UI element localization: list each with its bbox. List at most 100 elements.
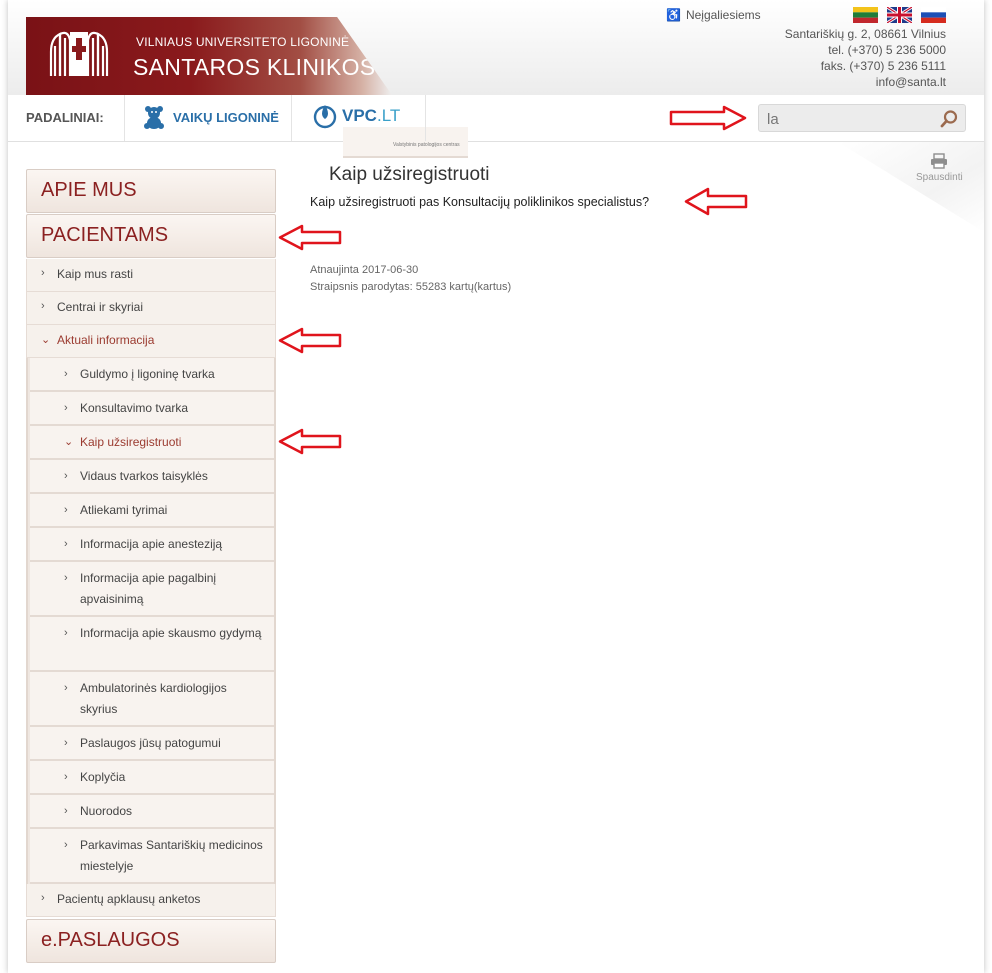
menu-section-pacientams[interactable]: PACIENTAMS (26, 214, 276, 258)
menu-item-centrai[interactable]: › Centrai ir skyriai (26, 292, 276, 325)
departments-label: PADALINIAI: (26, 110, 104, 125)
chevron-down-icon: ⌄ (64, 436, 74, 448)
chevron-right-icon: › (41, 267, 45, 279)
vpc-label: VPC.LT (342, 106, 401, 125)
contact-info: Santariškių g. 2, 08661 Vilnius tel. (+3… (785, 26, 946, 90)
menu-item-label: Kaip mus rasti (57, 267, 134, 281)
submenu-item-label: Guldymo į ligoninę tvarka (80, 367, 215, 381)
chevron-right-icon: › (64, 771, 68, 783)
menu-item-label: Aktuali informacija (57, 333, 155, 347)
brand-subtitle: VILNIAUS UNIVERSITETO LIGONINĖ (136, 35, 350, 49)
chevron-right-icon: › (64, 682, 68, 694)
chevron-right-icon: › (64, 538, 68, 550)
submenu-item-label: Kaip užsiregistruoti (80, 435, 182, 449)
brand-banner[interactable]: VILNIAUS UNIVERSITETO LIGONINĖ SANTAROS … (26, 17, 392, 95)
language-switcher (853, 7, 946, 23)
uk-flag-icon[interactable] (887, 7, 912, 23)
submenu-aktuali: › Guldymo į ligoninę tvarka › Konsultavimo… (26, 358, 276, 884)
printer-icon (931, 153, 948, 169)
annotation-arrow-icon (278, 428, 342, 455)
submenu-item[interactable]: › Konsultavimo tvarka (30, 392, 274, 426)
submenu-item-label: Koplyčia (80, 770, 126, 784)
submenu-item[interactable]: › Parkavimas Santariškių medicinos mieste… (30, 829, 274, 884)
menu-item-aktuali-informacija[interactable]: ⌄ Aktuali informacija (26, 325, 276, 358)
chevron-right-icon: › (41, 300, 45, 312)
divider (124, 95, 125, 141)
annotation-arrow-icon (278, 224, 342, 251)
chevron-right-icon: › (64, 839, 68, 851)
page: VILNIAUS UNIVERSITETO LIGONINĖ SANTAROS … (8, 0, 984, 973)
submenu-item[interactable]: › Paslaugos jūsų patogumui (30, 727, 274, 761)
annotation-arrow-icon (684, 187, 748, 216)
menu-item-kaip-mus-rasti[interactable]: › Kaip mus rasti (26, 259, 276, 292)
kids-hospital-label: VAIKŲ LIGONINĖ (173, 109, 279, 125)
lithuanian-flag-icon[interactable] (853, 7, 878, 23)
submenu-item-label: Informacija apie skausmo gydymą (80, 626, 262, 640)
submenu-item-label: Informacija apie anesteziją (80, 537, 223, 551)
sidebar-menu: APIE MUS PACIENTAMS › Kaip mus rasti › Cen… (26, 169, 276, 964)
vpc-logo-icon (313, 105, 337, 129)
chevron-right-icon: › (64, 627, 68, 639)
submenu-item-label: Atliekami tyrimai (80, 503, 168, 517)
wheelchair-icon: ♿ (666, 8, 681, 22)
teddy-bear-icon (144, 106, 164, 129)
submenu-item-label: Vidaus tvarkos taisyklės (80, 469, 208, 483)
updated-date: Atnaujinta 2017-06-30 (310, 264, 419, 276)
search-input[interactable] (765, 108, 939, 130)
kids-hospital-link[interactable]: VAIKŲ LIGONINĖ (143, 105, 279, 129)
chevron-down-icon: ⌄ (41, 334, 51, 346)
submenu-item[interactable]: › Vidaus tvarkos taisyklės (30, 460, 274, 494)
accessibility-label: Neįgaliesiems (685, 8, 761, 22)
print-label: Spausdinti (916, 172, 963, 183)
submenu-item[interactable]: › Koplyčia (30, 761, 274, 795)
header: VILNIAUS UNIVERSITETO LIGONINĖ SANTAROS … (8, 0, 984, 95)
chevron-right-icon: › (64, 470, 68, 482)
chevron-right-icon: › (64, 504, 68, 516)
submenu-item-label: Informacija apie pagalbinį apvaisinimą (80, 571, 217, 606)
annotation-arrow-icon (278, 327, 342, 354)
divider (291, 95, 292, 141)
submenu-item[interactable]: › Nuorodos (30, 795, 274, 829)
print-button[interactable]: Spausdinti (916, 153, 963, 183)
page-title: Kaip užsiregistruoti (329, 164, 490, 185)
submenu-item-label: Ambulatorinės kardiologijos skyrius (80, 681, 227, 716)
submenu-item[interactable]: › Informacija apie skausmo gydymą (30, 617, 274, 672)
chevron-right-icon: › (64, 805, 68, 817)
chevron-right-icon: › (64, 368, 68, 380)
contact-phone: tel. (+370) 5 236 5000 (828, 43, 946, 57)
chevron-right-icon: › (64, 402, 68, 414)
article-meta: Atnaujinta 2017-06-30 Straipsnis parodyt… (310, 262, 511, 296)
contact-address: Santariškių g. 2, 08661 Vilnius (784, 27, 946, 41)
chevron-right-icon: › (41, 892, 45, 904)
contact-fax: faks. (+370) 5 236 5111 (820, 59, 946, 73)
article-text: Kaip užsiregistruoti pas Konsultacijų po… (310, 195, 650, 209)
search-icon[interactable] (940, 109, 959, 128)
submenu-item-label: Paslaugos jūsų patogumui (80, 736, 221, 750)
vpc-link[interactable]: VPC.LT Valstybinis patologijos centras (313, 103, 468, 158)
menu-item-label: Pacientų apklausų anketos (57, 892, 201, 906)
brand-title: SANTAROS KLINIKOS (133, 54, 376, 80)
russian-flag-icon[interactable] (921, 7, 946, 23)
submenu-item[interactable]: › Informacija apie pagalbinį apvaisinimą (30, 562, 274, 617)
submenu-item[interactable]: › Ambulatorinės kardiologijos skyrius (30, 672, 274, 727)
submenu-item-label: Nuorodos (80, 804, 133, 818)
menu-section-e-paslaugos[interactable]: e.PASLAUGOS (26, 919, 276, 963)
menu-section-apie-mus[interactable]: APIE MUS (26, 169, 276, 213)
contact-email[interactable]: info@santa.lt (785, 74, 946, 90)
menu-item-apklausu-anketos[interactable]: › Pacientų apklausų anketos (26, 884, 276, 917)
submenu-item-active[interactable]: ⌄ Kaip užsiregistruoti (30, 426, 274, 460)
submenu-item[interactable]: › Atliekami tyrimai (30, 494, 274, 528)
divider (425, 95, 426, 141)
submenu-item[interactable]: › Informacija apie anesteziją (30, 528, 274, 562)
submenu-item-label: Konsultavimo tvarka (80, 401, 189, 415)
annotation-arrow-icon (669, 105, 747, 131)
submenu-item-label: Parkavimas Santariškių medicinos miestel… (80, 838, 263, 873)
chevron-right-icon: › (64, 737, 68, 749)
chevron-right-icon: › (64, 572, 68, 584)
vpc-subtitle: Valstybinis patologijos centras (343, 127, 468, 158)
accessibility-link[interactable]: ♿ Neįgaliesiems (666, 8, 761, 22)
view-count: Straipsnis parodytas: 55283 kartų(kartus… (310, 281, 512, 293)
menu-item-label: Centrai ir skyriai (57, 300, 144, 314)
submenu-item[interactable]: › Guldymo į ligoninę tvarka (30, 358, 274, 392)
search-box (758, 104, 966, 132)
